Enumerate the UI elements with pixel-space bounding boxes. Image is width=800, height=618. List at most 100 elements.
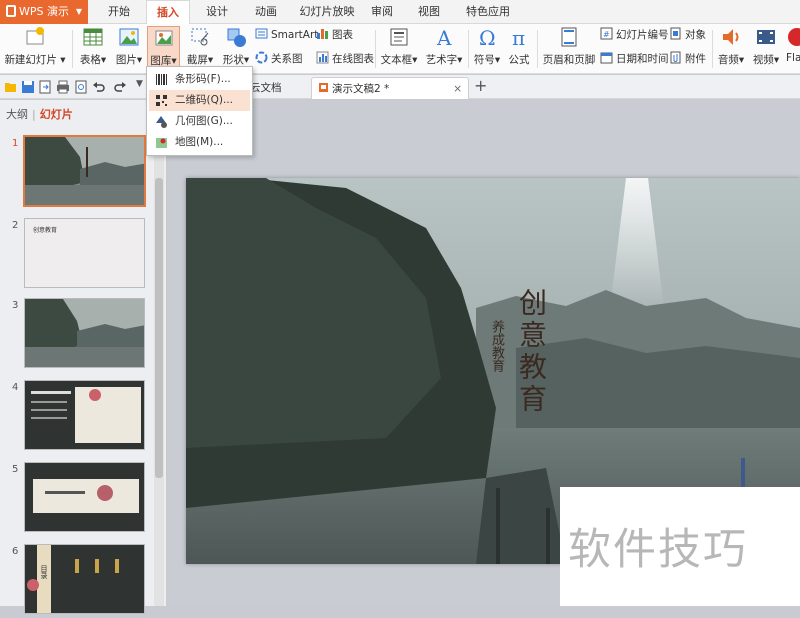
datetime-button[interactable]: 日期和时间	[600, 51, 669, 67]
slide-thumbnail-image: 目录	[24, 544, 145, 614]
chevron-down-icon: ▾	[60, 54, 66, 66]
redo-icon[interactable]	[113, 80, 127, 94]
chevron-down-icon: ▾	[412, 54, 418, 66]
svg-text:Ω: Ω	[479, 26, 496, 48]
slide-number: 4	[12, 382, 19, 393]
print-icon[interactable]	[56, 80, 70, 94]
separator	[468, 30, 469, 68]
save-icon[interactable]	[21, 80, 35, 94]
slide-thumbnail[interactable]: 3	[0, 298, 150, 372]
tab-start[interactable]: 开始	[104, 0, 134, 24]
wordart-button[interactable]: A 艺术字▾	[423, 26, 465, 72]
online-chart-icon	[316, 51, 329, 64]
barcode-icon	[156, 74, 167, 85]
watermark-text: 软件技巧	[568, 525, 748, 575]
slide-thumbnail-text: 目录	[40, 565, 48, 579]
tab-outline[interactable]: 大纲	[6, 108, 28, 121]
table-button[interactable]: 表格▾	[78, 26, 108, 72]
tab-slideshow[interactable]: 幻灯片放映	[298, 0, 356, 24]
relationship-label: 关系图	[271, 53, 303, 65]
menu-item-map[interactable]: 地图(M)...	[149, 132, 250, 153]
scrollbar-thumb[interactable]	[155, 178, 163, 478]
chart-button[interactable]: 图表	[316, 27, 353, 43]
wps-logo-icon	[6, 5, 16, 17]
table-icon	[83, 28, 103, 46]
doc-tab-cloud[interactable]: 云文档	[244, 77, 308, 99]
formula-button[interactable]: π 公式	[505, 26, 533, 72]
doc-tab-presentation[interactable]: 演示文稿2 * ×	[311, 77, 469, 99]
new-slide-button[interactable]: 新建幻灯片 ▾	[4, 26, 66, 72]
chart-icon	[317, 29, 328, 39]
slides-scrollbar[interactable]	[154, 128, 164, 606]
quick-access-bar: ▼ 云文档 演示文稿2 * × +	[0, 75, 800, 99]
undo-icon[interactable]	[92, 80, 106, 94]
tab-insert[interactable]: 插入	[146, 0, 190, 25]
slide-thumbnail-image: 创意教育	[24, 218, 145, 288]
slide-thumbnail[interactable]: 4	[0, 380, 150, 454]
panel-tab-divider: |	[32, 108, 36, 121]
speaker-icon	[723, 29, 739, 45]
doc-tab-label: 演示文稿2 *	[332, 83, 390, 95]
tab-design[interactable]: 设计	[202, 0, 232, 24]
preview-icon[interactable]	[74, 80, 88, 94]
tab-review[interactable]: 审阅	[367, 0, 397, 24]
tab-view[interactable]: 视图	[414, 0, 444, 24]
export-icon[interactable]	[38, 80, 52, 94]
slide-thumbnail[interactable]: 2 创意教育	[0, 218, 150, 292]
header-footer-icon	[561, 27, 577, 47]
slide-number-icon: #	[600, 27, 613, 40]
svg-text:π: π	[512, 26, 525, 48]
tab-animation[interactable]: 动画	[250, 0, 282, 24]
svg-text:A: A	[436, 26, 452, 48]
slide-number: 1	[12, 138, 19, 149]
gallery-icon	[155, 30, 172, 46]
smartart-button[interactable]: SmartArt	[255, 27, 318, 43]
flash-button[interactable]: Fla	[786, 26, 800, 72]
app-name: WPS 演示	[19, 5, 69, 18]
slide-thumbnail-image	[24, 298, 145, 368]
online-chart-button[interactable]: 在线图表	[316, 51, 374, 67]
attachment-button[interactable]: 附件	[669, 51, 706, 67]
chevron-down-icon: ▾	[494, 54, 501, 66]
audio-label: 音频	[717, 54, 739, 66]
slide-number-label: 幻灯片编号	[616, 29, 669, 41]
open-folder-icon[interactable]	[4, 80, 18, 94]
menu-item-barcode[interactable]: 条形码(F)...	[149, 69, 250, 90]
symbol-label: 符号	[473, 54, 495, 66]
smartart-label: SmartArt	[271, 29, 319, 41]
presentation-file-icon	[319, 83, 328, 92]
object-icon	[670, 27, 681, 40]
slide-thumbnail[interactable]: 1	[0, 135, 150, 210]
relationship-button[interactable]: 关系图	[255, 51, 303, 67]
image-button[interactable]: 图片▾	[112, 26, 146, 72]
slide-subtitle[interactable]: 养成教育	[488, 320, 504, 372]
slide-number: 5	[12, 464, 19, 475]
object-label: 对象	[685, 29, 706, 41]
symbol-button[interactable]: Ω 符号▾	[472, 26, 502, 72]
header-footer-button[interactable]: 页眉和页脚	[541, 26, 597, 72]
gallery-dropdown-menu: 条形码(F)... 二维码(Q)... 几何图(G)... 地图(M)...	[146, 66, 253, 156]
slide-number-button[interactable]: # 幻灯片编号	[600, 27, 669, 43]
menu-item-label: 地图(M)...	[175, 136, 224, 148]
header-footer-label: 页眉和页脚	[542, 54, 596, 66]
video-button[interactable]: 视频▾	[750, 26, 782, 72]
video-label: 视频	[752, 54, 774, 66]
shapes-label: 形状	[222, 54, 244, 66]
textbox-button[interactable]: 文本框▾	[378, 26, 420, 72]
object-button[interactable]: 对象	[669, 27, 706, 43]
close-icon[interactable]: ×	[453, 78, 462, 100]
new-tab-plus-icon[interactable]: +	[474, 76, 487, 95]
slide-title[interactable]: 创意教育	[514, 288, 548, 416]
audio-button[interactable]: 音频▾	[716, 26, 746, 72]
panel-tabs: 大纲 | 幻灯片	[6, 106, 73, 122]
tab-special[interactable]: 特色应用	[459, 0, 517, 24]
menu-item-qrcode[interactable]: 二维码(Q)...	[149, 90, 250, 111]
app-menu-button[interactable]: WPS 演示 ▼	[0, 0, 88, 24]
image-label: 图片	[115, 54, 137, 66]
slide-thumbnail[interactable]: 6 目录	[0, 544, 150, 618]
chevron-down-icon[interactable]: ▼	[136, 79, 143, 89]
new-slide-label: 新建幻灯片	[4, 54, 57, 66]
tab-slides[interactable]: 幻灯片	[40, 108, 73, 121]
menu-item-geometry[interactable]: 几何图(G)...	[149, 111, 250, 132]
slide-thumbnail[interactable]: 5	[0, 462, 150, 536]
